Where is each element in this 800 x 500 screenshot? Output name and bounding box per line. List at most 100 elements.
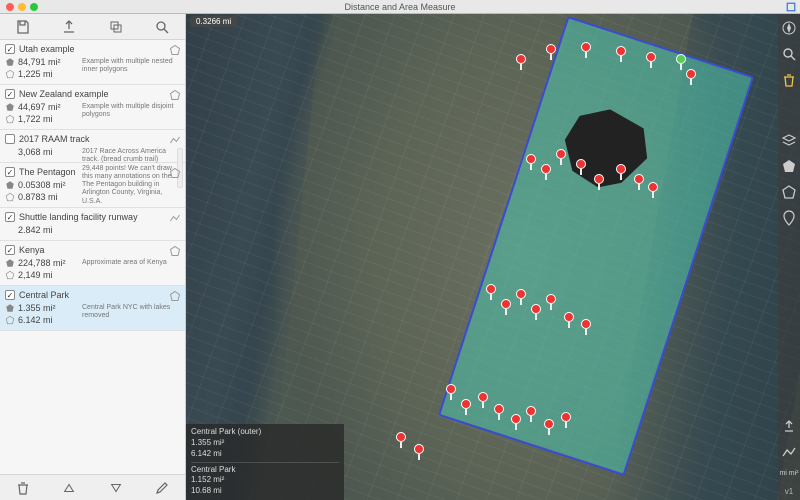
- sidebar-toolbar-top: [0, 14, 185, 40]
- polygon-filled-icon[interactable]: [781, 158, 797, 174]
- distance-value: 2.842 mi: [18, 225, 53, 235]
- unit-toggle[interactable]: mi mi²: [779, 470, 798, 477]
- triangle-up-icon[interactable]: [61, 480, 77, 496]
- checkbox[interactable]: ✓: [5, 290, 15, 300]
- triangle-down-icon[interactable]: [108, 480, 124, 496]
- map-pin[interactable]: [486, 284, 496, 300]
- list-item[interactable]: ✓ 2017 RAAM track 3,068 mi 2017 Race Acr…: [0, 130, 185, 163]
- map-pin[interactable]: [646, 52, 656, 68]
- map-pin[interactable]: [581, 319, 591, 335]
- readout-label: Central Park (outer): [191, 427, 339, 438]
- search-icon[interactable]: [154, 19, 170, 35]
- path-icon[interactable]: [781, 444, 797, 460]
- map-pin[interactable]: [541, 164, 551, 180]
- checkbox[interactable]: ✓: [5, 134, 15, 144]
- trash-icon[interactable]: [15, 480, 31, 496]
- list-item-title: New Zealand example: [19, 89, 109, 99]
- layers-icon[interactable]: [781, 132, 797, 148]
- export-icon[interactable]: [61, 19, 77, 35]
- checkbox[interactable]: ✓: [5, 167, 15, 177]
- zoom-window-button[interactable]: [30, 3, 38, 11]
- distance-value: 6.142 mi: [18, 315, 53, 325]
- list-item-title: 2017 RAAM track: [19, 134, 90, 144]
- minimize-window-button[interactable]: [18, 3, 26, 11]
- checkbox[interactable]: ✓: [5, 245, 15, 255]
- marker-icon[interactable]: [781, 210, 797, 226]
- map-pin[interactable]: [594, 174, 604, 190]
- list-item[interactable]: ✓ New Zealand example 44,697 mi² 1,722 m…: [0, 85, 185, 130]
- titlebar: Distance and Area Measure: [0, 0, 800, 14]
- distance-icon: [5, 270, 15, 280]
- polygon-icon: [169, 44, 181, 56]
- area-icon: [5, 102, 15, 112]
- compass-icon[interactable]: [781, 20, 797, 36]
- list-item-title: The Pentagon: [19, 167, 76, 177]
- map-pin[interactable]: [576, 159, 586, 175]
- map-pin[interactable]: [516, 289, 526, 305]
- map-pin[interactable]: [564, 312, 574, 328]
- area-icon: [5, 180, 15, 190]
- list-item[interactable]: ✓ The Pentagon 0.05308 mi² 0.8783 mi The…: [0, 163, 185, 208]
- list-item[interactable]: ✓ Kenya 224,788 mi² 2,149 mi Approximate…: [0, 241, 185, 286]
- map-pin[interactable]: [546, 294, 556, 310]
- list-item[interactable]: ✓ Central Park 1.355 mi² 6.142 mi Centra…: [0, 286, 185, 331]
- measurement-readout: Central Park (outer) 1.355 mi² 6.142 mi …: [186, 424, 344, 500]
- map-canvas[interactable]: 0.3266 mi Central Park (outer) 1.355 mi²…: [186, 14, 800, 500]
- map-pin[interactable]: [616, 46, 626, 62]
- map-pin[interactable]: [556, 149, 566, 165]
- map-pin[interactable]: [526, 406, 536, 422]
- list-item-desc: The Pentagon building in Arlington Count…: [82, 181, 179, 206]
- map-pin[interactable]: [446, 384, 456, 400]
- map-pin[interactable]: [686, 69, 696, 85]
- distance-value: 0.8783 mi: [18, 192, 58, 202]
- polygon-icon: [169, 167, 181, 179]
- map-pin[interactable]: [511, 414, 521, 430]
- map-pin[interactable]: [648, 182, 658, 198]
- map-pin[interactable]: [414, 444, 424, 460]
- area-value: 0.05308 mi²: [18, 180, 66, 190]
- checkbox[interactable]: ✓: [5, 212, 15, 222]
- measurement-list[interactable]: ✓ Utah example 84,791 mi² 1,225 mi Examp…: [0, 40, 185, 474]
- list-item-desc: Example with multiple disjoint polygons: [82, 103, 179, 120]
- list-item[interactable]: ✓ Shuttle landing facility runway 2.842 …: [0, 208, 185, 241]
- map-pin[interactable]: [461, 399, 471, 415]
- map-pin[interactable]: [494, 404, 504, 420]
- map-pin[interactable]: [478, 392, 488, 408]
- distance-value: 3,068 mi: [18, 147, 53, 157]
- map-pin[interactable]: [616, 164, 626, 180]
- titlebar-accessory-icon[interactable]: [786, 2, 796, 12]
- readout-dist: 10.68 mi: [191, 486, 339, 497]
- distance-icon: [5, 192, 15, 202]
- readout-area: 1.152 mi²: [191, 475, 339, 486]
- polygon-outline-icon[interactable]: [781, 184, 797, 200]
- map-pin[interactable]: [561, 412, 571, 428]
- map-pin[interactable]: [581, 42, 591, 58]
- map-pin[interactable]: [544, 419, 554, 435]
- sidebar: ✓ Utah example 84,791 mi² 1,225 mi Examp…: [0, 14, 186, 500]
- share-icon[interactable]: [781, 418, 797, 434]
- map-pin[interactable]: [501, 299, 511, 315]
- list-item[interactable]: ✓ Utah example 84,791 mi² 1,225 mi Examp…: [0, 40, 185, 85]
- save-icon[interactable]: [15, 19, 31, 35]
- window-title: Distance and Area Measure: [344, 2, 455, 12]
- list-item-title: Shuttle landing facility runway: [19, 212, 138, 222]
- area-value: 44,697 mi²: [18, 102, 61, 112]
- map-pin[interactable]: [676, 54, 686, 70]
- map-pin[interactable]: [516, 54, 526, 70]
- list-item-title: Kenya: [19, 245, 45, 255]
- map-pin[interactable]: [531, 304, 541, 320]
- distance-value: 2,149 mi: [18, 270, 53, 280]
- close-window-button[interactable]: [6, 3, 14, 11]
- trash-icon[interactable]: [781, 72, 797, 88]
- duplicate-icon[interactable]: [108, 19, 124, 35]
- map-pin[interactable]: [634, 174, 644, 190]
- map-pin[interactable]: [396, 432, 406, 448]
- map-pin[interactable]: [546, 44, 556, 60]
- readout-dist: 6.142 mi: [191, 449, 339, 460]
- checkbox[interactable]: ✓: [5, 89, 15, 99]
- map-pin[interactable]: [526, 154, 536, 170]
- pencil-icon[interactable]: [154, 480, 170, 496]
- search-icon[interactable]: [781, 46, 797, 62]
- polygon-icon: [169, 245, 181, 257]
- checkbox[interactable]: ✓: [5, 44, 15, 54]
